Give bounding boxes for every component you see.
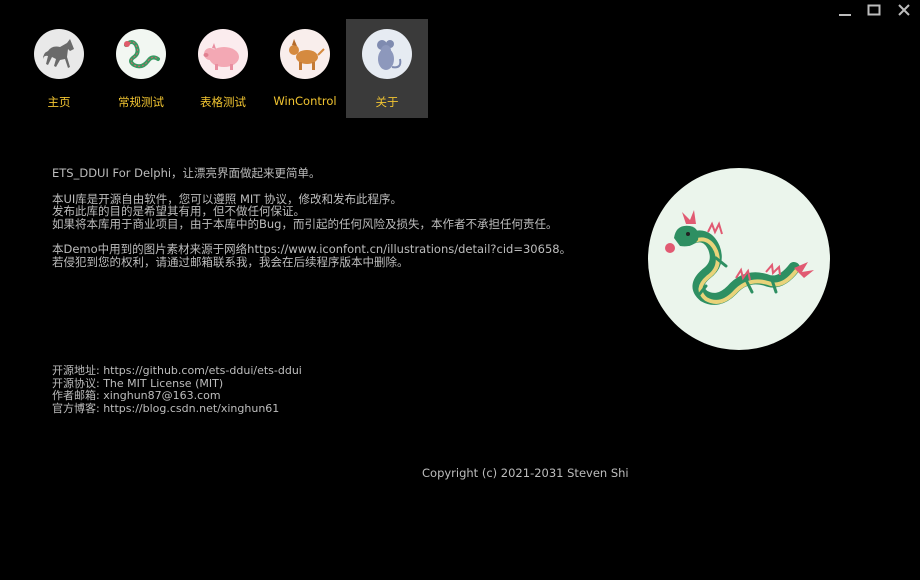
nav-item-general-test[interactable]: 常规测试 <box>100 19 182 118</box>
nav-label-wincontrol: WinControl <box>273 94 337 108</box>
nav-label-home: 主页 <box>47 95 71 109</box>
dragon-icon <box>116 29 166 79</box>
pig-icon <box>198 29 248 79</box>
horse-icon <box>34 29 84 79</box>
blog-link[interactable]: 官方博客: https://blog.csdn.net/xinghun61 <box>52 402 302 416</box>
main-nav: 主页 常规测试 表格测试 WinControl 关于 <box>18 19 428 118</box>
dragon-illustration <box>648 168 830 350</box>
about-window: 主页 常规测试 表格测试 WinControl 关于 ETS_DDUI For … <box>0 0 920 580</box>
close-icon <box>898 4 910 16</box>
nav-label-general-test: 常规测试 <box>118 95 164 109</box>
nav-label-grid-test: 表格测试 <box>200 95 246 109</box>
project-links: 开源地址: https://github.com/ets-ddui/ets-dd… <box>52 364 302 416</box>
rat-icon <box>362 29 412 79</box>
nav-item-wincontrol[interactable]: WinControl <box>264 19 346 118</box>
about-text: ETS_DDUI For Delphi，让漂亮界面做起来更简单。 本UI库是开源… <box>52 167 571 269</box>
nav-item-home[interactable]: 主页 <box>18 19 100 118</box>
maximize-button[interactable] <box>864 2 884 20</box>
source-link[interactable]: 开源地址: https://github.com/ets-ddui/ets-dd… <box>52 364 302 378</box>
close-button[interactable] <box>894 2 914 20</box>
maximize-icon <box>867 4 881 16</box>
nav-item-about[interactable]: 关于 <box>346 19 428 118</box>
nav-label-about: 关于 <box>375 95 399 109</box>
email-link[interactable]: 作者邮箱: xinghun87@163.com <box>52 390 302 403</box>
copyright-text: Copyright (c) 2021-2031 Steven Shi <box>422 466 629 480</box>
minimize-icon <box>839 14 851 16</box>
about-line: 若侵犯到您的权利，请通过邮箱联系我，我会在后续程序版本中删除。 <box>52 254 409 269</box>
dog-icon <box>280 29 330 79</box>
about-line: 发布此库的目的是希望其有用，但不做任何保证。 <box>52 204 305 219</box>
minimize-button[interactable] <box>836 2 856 20</box>
nav-item-grid-test[interactable]: 表格测试 <box>182 19 264 118</box>
about-line: ETS_DDUI For Delphi，让漂亮界面做起来更简单。 <box>52 166 321 180</box>
about-line: 如果将本库用于商业项目，由于本库中的Bug，而引起的任何风险及损失，本作者不承担… <box>52 216 558 231</box>
